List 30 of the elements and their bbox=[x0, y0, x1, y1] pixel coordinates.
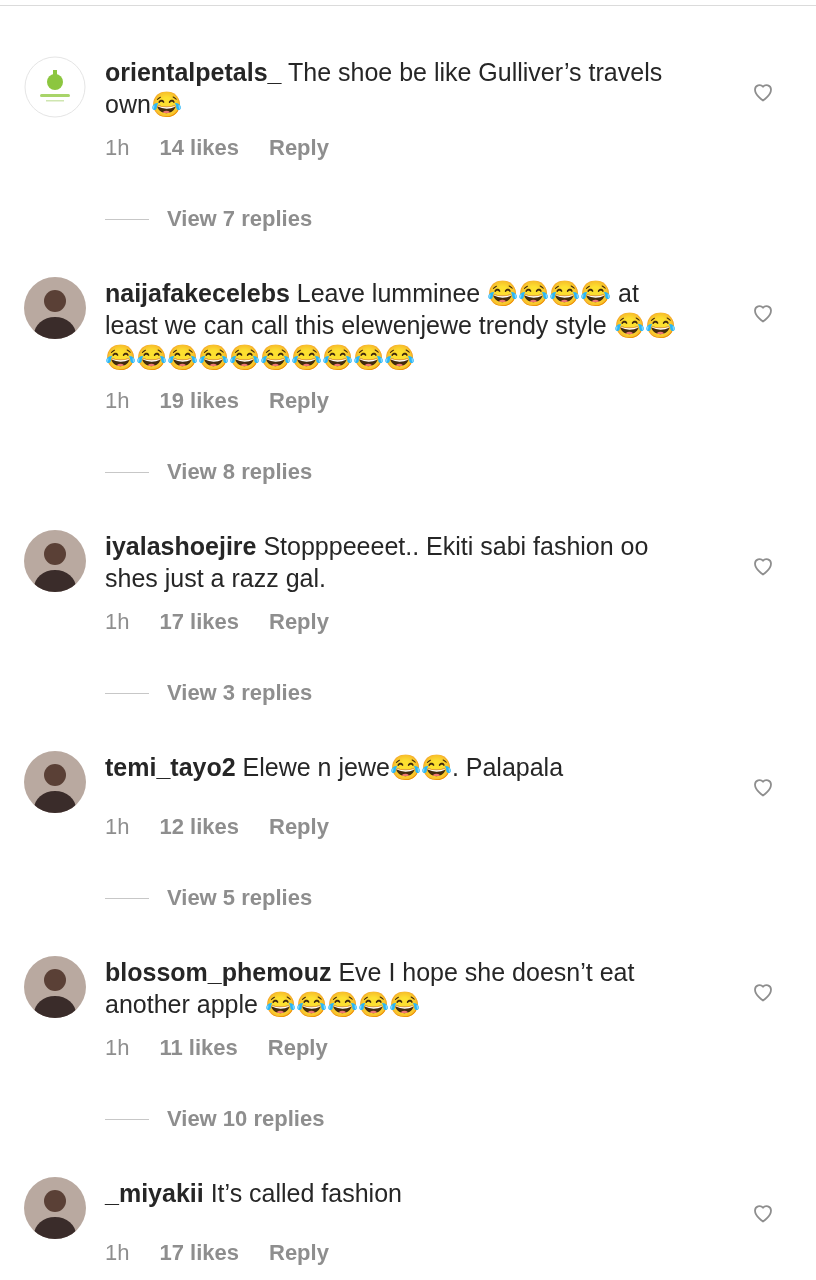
reply-link[interactable]: Reply bbox=[269, 134, 329, 162]
comment-text: _miyakii It’s called fashion bbox=[105, 1178, 403, 1209]
comment-time: 1h bbox=[105, 1034, 130, 1062]
comment-text: iyalashoejire Stopppeeeet.. Ekiti sabi fashion oo shes just a razz gal. bbox=[105, 531, 650, 594]
view-replies-link[interactable]: View 3 replies bbox=[167, 679, 313, 707]
reply-link[interactable]: Reply bbox=[269, 813, 329, 841]
comment-text: orientalpetals_ The shoe be like Gulliver’s travels own😂 bbox=[105, 57, 664, 120]
reply-link[interactable]: Reply bbox=[269, 387, 329, 415]
likes-link[interactable]: 17 likes bbox=[159, 608, 239, 636]
view-replies-link[interactable]: View 10 replies bbox=[167, 1105, 325, 1133]
comment-time: 1h bbox=[105, 1239, 130, 1267]
comment-text: temi_tayo2 Elewe n jewe😂😂. Palapala bbox=[105, 752, 565, 783]
reply-link[interactable]: Reply bbox=[267, 1034, 328, 1062]
reply-link[interactable]: Reply bbox=[269, 1239, 329, 1267]
comment-time: 1h bbox=[105, 387, 130, 415]
comment-time: 1h bbox=[105, 134, 130, 162]
view-replies-link[interactable]: View 5 replies bbox=[167, 884, 313, 912]
likes-link[interactable]: 17 likes bbox=[159, 1239, 239, 1267]
reply-link[interactable]: Reply bbox=[269, 608, 329, 636]
likes-link[interactable]: 14 likes bbox=[159, 134, 239, 162]
logo-avatar[interactable] bbox=[24, 56, 86, 118]
view-replies-link[interactable]: View 7 replies bbox=[167, 205, 313, 233]
comment-text: blossom_phemouz Eve I hope she doesn’t eat another apple 😂😂😂😂😂 bbox=[105, 957, 636, 1020]
likes-link[interactable]: 12 likes bbox=[159, 813, 239, 841]
comment-text: naijafakecelebs Leave lumminee 😂😂😂😂 at least we can call this elewenjewe trendy style 😂😂😂😂😂😂😂😂😂😂😂😂 bbox=[105, 278, 677, 373]
comment-time: 1h bbox=[105, 608, 130, 636]
view-replies-link[interactable]: View 8 replies bbox=[167, 458, 313, 486]
comment-time: 1h bbox=[105, 813, 130, 841]
likes-link[interactable]: 11 likes bbox=[159, 1034, 238, 1062]
likes-link[interactable]: 19 likes bbox=[159, 387, 239, 415]
